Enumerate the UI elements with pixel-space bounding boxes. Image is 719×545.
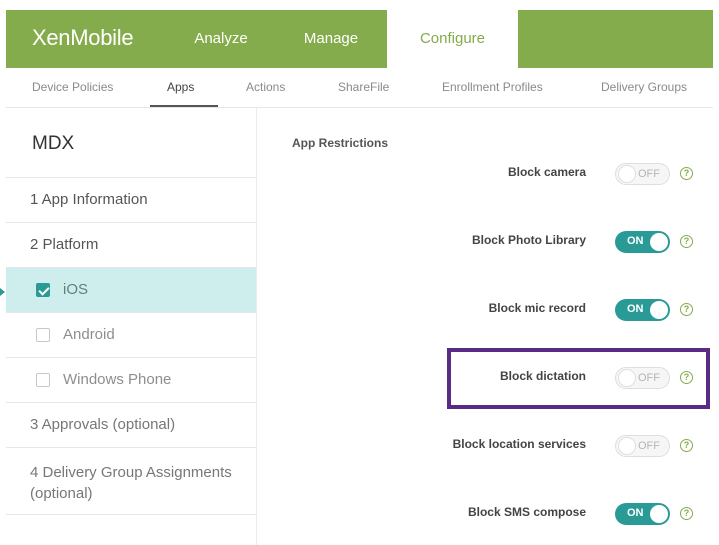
block-mic-record-toggle[interactable]: ON <box>615 299 670 321</box>
sidebar-platform-android[interactable]: Android <box>6 312 256 357</box>
sidebar-platform-ios[interactable]: iOS <box>0 267 256 312</box>
sidebar-platform-label: iOS <box>63 281 89 298</box>
toggle-state: OFF <box>638 440 660 452</box>
sidebar-step-label-continued: (optional) <box>30 485 93 502</box>
sidebar-platform-label: Android <box>63 326 115 343</box>
subnav-sharefile[interactable]: ShareFile <box>338 80 389 94</box>
help-icon[interactable]: ? <box>680 167 693 180</box>
sidebar-platform-windows-phone[interactable]: Windows Phone <box>6 357 256 402</box>
subnav-enrollment-profiles[interactable]: Enrollment Profiles <box>442 80 543 94</box>
sub-navigation: Device Policies Apps Actions ShareFile E… <box>6 68 713 108</box>
block-location-services-label: Block location services <box>452 437 586 451</box>
block-camera-toggle[interactable]: OFF <box>615 163 670 185</box>
help-icon[interactable]: ? <box>680 507 693 520</box>
block-dictation-toggle[interactable]: OFF <box>615 367 670 389</box>
sidebar-step-label: 2 Platform <box>30 236 99 253</box>
tab-analyze[interactable]: Analyze <box>166 10 276 68</box>
toggle-knob <box>650 301 668 319</box>
block-camera-label: Block camera <box>507 165 586 179</box>
active-tab-underline <box>150 105 218 107</box>
block-sms-compose-label: Block SMS compose <box>467 505 586 519</box>
block-location-services-toggle[interactable]: OFF <box>615 435 670 457</box>
toggle-state: ON <box>627 507 644 519</box>
block-dictation-label: Block dictation <box>499 369 586 383</box>
sidebar-step-platform[interactable]: 2 Platform <box>6 222 256 267</box>
subnav-actions[interactable]: Actions <box>246 80 285 94</box>
top-header: XenMobile Analyze Manage Configure <box>6 10 713 68</box>
windows-phone-checkbox[interactable] <box>36 373 50 387</box>
sidebar-step-label: 1 App Information <box>30 191 148 208</box>
help-icon[interactable]: ? <box>680 303 693 316</box>
sidebar-step-approvals[interactable]: 3 Approvals (optional) <box>6 402 256 447</box>
selection-arrow-icon <box>0 288 5 296</box>
block-mic-record-label: Block mic record <box>488 301 586 315</box>
block-photo-library-toggle[interactable]: ON <box>615 231 670 253</box>
toggle-knob <box>618 437 636 455</box>
toggle-knob <box>650 505 668 523</box>
toggle-state: ON <box>627 303 644 315</box>
help-icon[interactable]: ? <box>680 439 693 452</box>
sidebar-step-app-information[interactable]: 1 App Information <box>6 177 256 222</box>
block-sms-compose-toggle[interactable]: ON <box>615 503 670 525</box>
sidebar-title: MDX <box>32 133 75 154</box>
section-title: App Restrictions <box>292 136 389 150</box>
sidebar-platform-label: Windows Phone <box>63 371 172 388</box>
xenmobile-logo: XenMobile <box>32 25 134 50</box>
toggle-knob <box>650 233 668 251</box>
subnav-delivery-groups[interactable]: Delivery Groups <box>601 80 687 94</box>
sidebar-step-label: 3 Approvals (optional) <box>30 416 176 433</box>
sidebar-step-label: 4 Delivery Group Assignments <box>30 464 232 481</box>
help-icon[interactable]: ? <box>680 371 693 384</box>
toggle-knob <box>618 165 636 183</box>
subnav-device-policies[interactable]: Device Policies <box>32 80 113 94</box>
wizard-sidebar: MDX 1 App Information 2 Platform iOS And… <box>0 108 257 545</box>
ios-checkbox[interactable] <box>36 283 50 297</box>
tab-manage[interactable]: Manage <box>276 10 386 68</box>
block-photo-library-label: Block Photo Library <box>471 233 586 247</box>
sidebar-step-delivery-group-assignments[interactable]: 4 Delivery Group Assignments (optional) <box>6 447 256 515</box>
toggle-state: OFF <box>638 372 660 384</box>
toggle-state: ON <box>627 235 644 247</box>
tab-configure[interactable]: Configure <box>387 10 518 68</box>
help-icon[interactable]: ? <box>680 235 693 248</box>
subnav-apps[interactable]: Apps <box>167 80 194 94</box>
toggle-knob <box>618 369 636 387</box>
toggle-state: OFF <box>638 168 660 180</box>
android-checkbox[interactable] <box>36 328 50 342</box>
